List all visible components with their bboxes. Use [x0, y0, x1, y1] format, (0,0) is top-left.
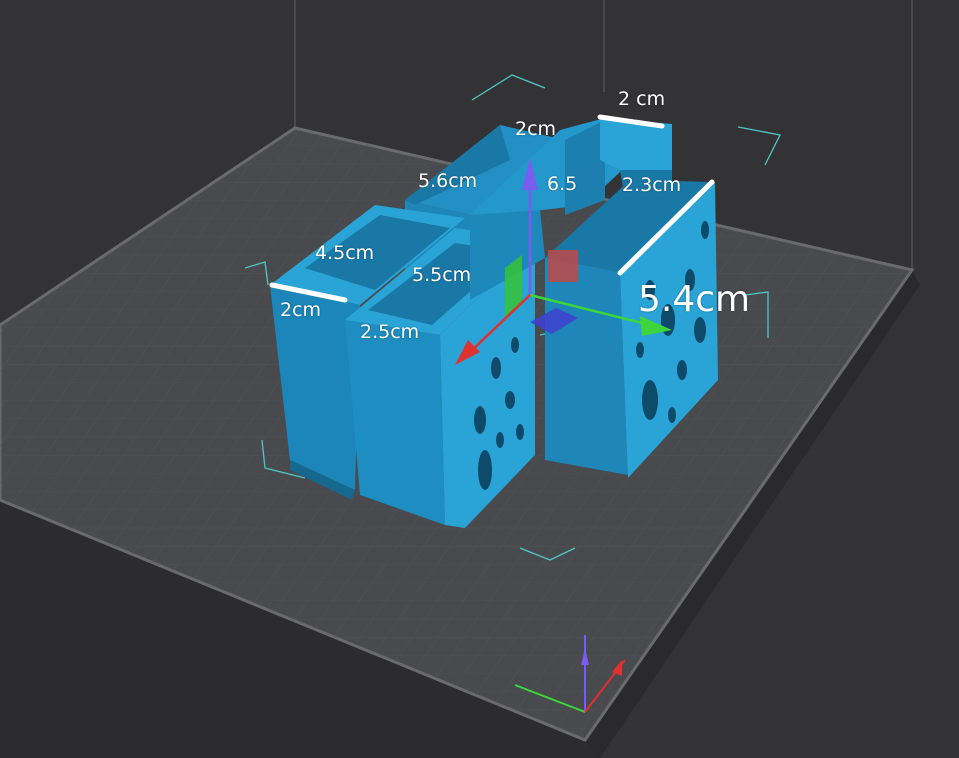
dimension-label-top-back-width: 2 cm: [618, 88, 666, 110]
dimension-label-back-left-length: 5.6cm: [418, 170, 478, 192]
dimension-label-top-back-depth: 2cm: [515, 118, 557, 140]
dimension-label-left-front-length: 4.5cm: [315, 242, 375, 264]
gizmo-plane-xz[interactable]: [548, 250, 578, 282]
dimension-label-middle-length: 5.5cm: [412, 264, 472, 286]
dimension-label-height: 6.5: [547, 173, 578, 195]
3d-viewport[interactable]: 2 cm 2cm 5.6cm 6.5 2.3cm 4.5cm 5.5cm 2cm…: [0, 0, 959, 758]
dimension-label-middle-front-width: 2.5cm: [360, 321, 420, 343]
build-plate-scene[interactable]: [0, 0, 959, 758]
dimension-label-left-front-width: 2cm: [280, 299, 322, 321]
dimension-label-right-length: 5.4cm: [638, 279, 751, 320]
dimension-label-right-front-depth: 2.3cm: [622, 174, 682, 196]
